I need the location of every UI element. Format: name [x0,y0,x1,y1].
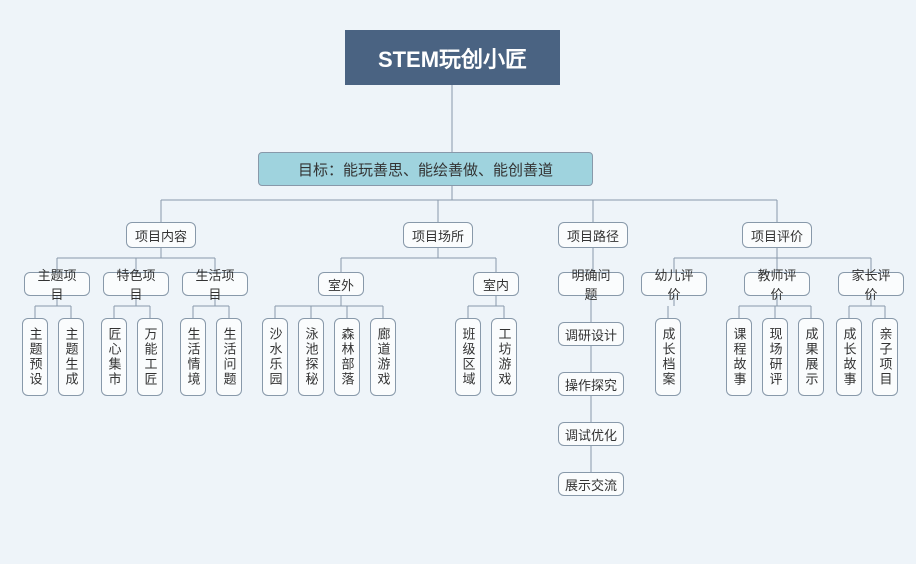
chain-optimize: 调试优化 [558,422,624,446]
chain-present: 展示交流 [558,472,624,496]
leaf: 沙水乐园 [262,318,288,396]
leaf: 主题生成 [58,318,84,396]
sub-indoor: 室内 [473,272,519,296]
leaf: 成果展示 [798,318,824,396]
sub-feature: 特色项目 [103,272,169,296]
sub-parent-eval: 家长评价 [838,272,904,296]
category-content: 项目内容 [126,222,196,248]
leaf: 生活问题 [216,318,242,396]
leaf: 工坊游戏 [491,318,517,396]
root-node: STEM玩创小匠 [345,30,560,85]
category-path: 项目路径 [558,222,628,248]
sub-teacher-eval: 教师评价 [744,272,810,296]
leaf: 成长故事 [836,318,862,396]
leaf: 班级区域 [455,318,481,396]
category-place: 项目场所 [403,222,473,248]
leaf: 廊道游戏 [370,318,396,396]
goal-node: 目标：能玩善思、能绘善做、能创善道 [258,152,593,186]
leaf: 成长档案 [655,318,681,396]
leaf: 生活情境 [180,318,206,396]
category-eval: 项目评价 [742,222,812,248]
leaf: 森林部落 [334,318,360,396]
sub-outdoor: 室外 [318,272,364,296]
leaf: 泳池探秘 [298,318,324,396]
leaf: 万能工匠 [137,318,163,396]
leaf: 主题预设 [22,318,48,396]
sub-life: 生活项目 [182,272,248,296]
sub-child-eval: 幼儿评价 [641,272,707,296]
chain-design: 调研设计 [558,322,624,346]
leaf: 课程故事 [726,318,752,396]
leaf: 匠心集市 [101,318,127,396]
leaf: 亲子项目 [872,318,898,396]
leaf: 现场研评 [762,318,788,396]
sub-identify: 明确问题 [558,272,624,296]
sub-theme: 主题项目 [24,272,90,296]
chain-explore: 操作探究 [558,372,624,396]
